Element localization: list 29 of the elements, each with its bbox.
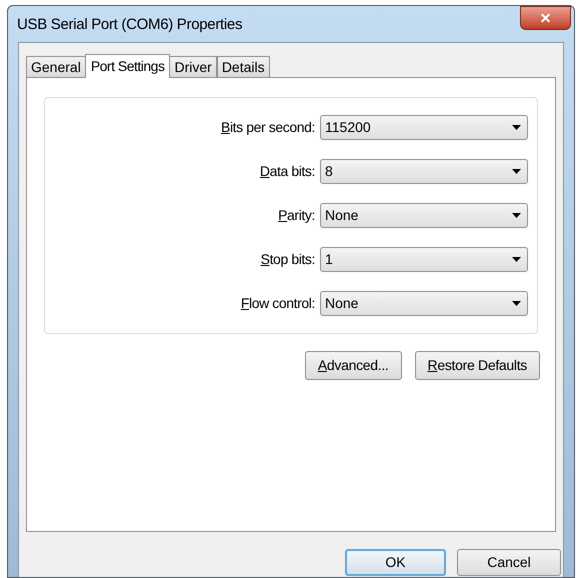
- dialog-button[interactable]: OK: [345, 549, 446, 576]
- field-label: Flow control:: [240, 294, 316, 313]
- dropdown-value: 8: [325, 162, 333, 181]
- dropdown[interactable]: 115200: [320, 115, 528, 140]
- push-button[interactable]: Restore Defaults: [414, 351, 540, 380]
- dropdown-value: None: [325, 206, 358, 225]
- field-label: Bits per second:: [220, 118, 316, 137]
- dropdown-value: None: [325, 294, 358, 313]
- dropdown-value: 1: [325, 250, 333, 269]
- caret-icon: [512, 257, 521, 262]
- dropdown[interactable]: 1: [320, 247, 528, 272]
- field-label: Parity:: [277, 206, 316, 225]
- caret-icon: [512, 125, 521, 130]
- dropdown[interactable]: 8: [320, 159, 528, 184]
- tab[interactable]: Port Settings: [84, 54, 170, 78]
- caret-icon: [512, 213, 521, 218]
- dropdown[interactable]: None: [320, 291, 528, 316]
- dropdown-value: 115200: [325, 118, 371, 137]
- window-title: USB Serial Port (COM6) Properties: [17, 15, 242, 35]
- tab[interactable]: General: [26, 56, 86, 77]
- field-label: Data bits:: [258, 162, 316, 181]
- tab[interactable]: Details: [216, 56, 270, 77]
- caret-icon: [512, 301, 521, 306]
- dropdown[interactable]: None: [320, 203, 528, 228]
- caret-icon: [512, 169, 521, 174]
- tab[interactable]: Driver: [169, 56, 217, 77]
- push-button[interactable]: Advanced...: [304, 351, 402, 380]
- field-label: Stop bits:: [260, 250, 316, 269]
- dialog-button[interactable]: Cancel: [457, 549, 561, 576]
